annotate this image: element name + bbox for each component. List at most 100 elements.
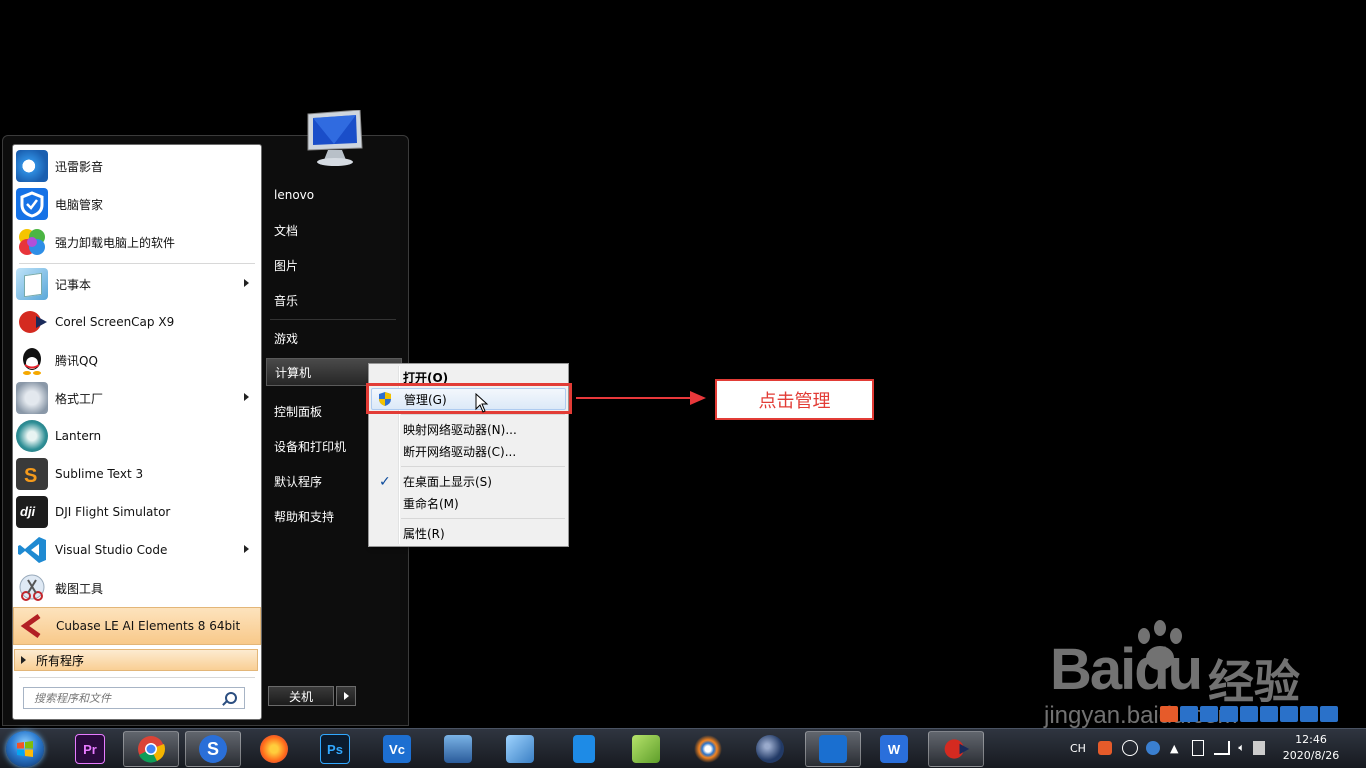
clock-time: 12:46 [1295, 733, 1327, 746]
shutdown-options-button[interactable] [336, 686, 356, 706]
tray-app-icon[interactable] [1240, 706, 1258, 722]
right-item-documents[interactable]: 文档 [266, 217, 402, 243]
volume-icon[interactable]: 🔈︎ [1238, 741, 1245, 755]
taskbar-sogou[interactable]: S [185, 731, 241, 767]
wps-icon: W [880, 735, 908, 763]
menu-separator [401, 414, 565, 415]
screencap-icon [16, 306, 48, 338]
taskbar-photoshop[interactable]: Ps [307, 731, 363, 767]
sogou-icon: S [199, 735, 227, 763]
network-signal-icon[interactable] [1214, 741, 1231, 755]
separator [270, 319, 396, 320]
show-hidden-icons-icon[interactable]: ▲ [1170, 742, 1178, 755]
battery-icon[interactable] [1192, 740, 1205, 756]
cube-icon [632, 735, 660, 763]
taskmanager-icon [819, 735, 847, 763]
sublime-icon: S [16, 458, 48, 490]
tray-app-icon[interactable] [1220, 706, 1238, 722]
snipping-icon [16, 572, 48, 604]
taskbar-blender[interactable] [680, 731, 736, 767]
tray-app-icon[interactable] [1200, 706, 1218, 722]
start-button[interactable] [6, 731, 44, 767]
taskbar-premiere[interactable]: Pr [62, 731, 118, 767]
program-item-vscode[interactable]: Visual Studio Code [13, 531, 261, 569]
menu-item-rename[interactable]: 重命名(M) [371, 492, 566, 514]
expand-arrow-icon [21, 656, 26, 664]
all-programs-button[interactable]: 所有程序 [14, 649, 258, 671]
mouse-cursor-icon [475, 393, 489, 413]
program-item-xunlei[interactable]: 迅雷影音 [13, 147, 261, 185]
tray-overflow-icons [1160, 706, 1340, 728]
shutdown-button[interactable]: 关机 [268, 686, 334, 706]
tray-app-icon[interactable] [1180, 706, 1198, 722]
annotation-arrow-head [690, 391, 706, 405]
computer-icon [307, 110, 363, 166]
taskbar-chrome[interactable] [123, 731, 179, 767]
system-tray: CH ▲ 🔈︎ [1070, 731, 1266, 765]
menu-item-map-network-drive[interactable]: 映射网络驱动器(N)... [371, 418, 566, 440]
right-item-lenovo[interactable]: lenovo [266, 182, 402, 208]
tray-app-icon[interactable] [1145, 741, 1160, 755]
taskbar-screencap[interactable] [928, 731, 984, 767]
help-icon[interactable] [1121, 740, 1138, 756]
menu-item-disconnect-network-drive[interactable]: 断开网络驱动器(C)... [371, 440, 566, 462]
pcmanager-icon [16, 188, 48, 220]
search-input[interactable] [32, 690, 226, 706]
program-item-qq[interactable]: 腾讯QQ [13, 341, 261, 379]
taskbar-sdcard[interactable] [556, 731, 612, 767]
taskbar-flashfxp[interactable] [492, 731, 548, 767]
blender-icon [694, 735, 722, 763]
notepad-icon [16, 268, 48, 300]
program-item-formatfactory[interactable]: 格式工厂 [13, 379, 261, 417]
program-item-notepad[interactable]: 记事本 [13, 265, 261, 303]
program-item-sublime[interactable]: S Sublime Text 3 [13, 455, 261, 493]
vscode-icon [16, 534, 48, 566]
language-indicator[interactable]: CH [1070, 742, 1086, 755]
program-item-screencap[interactable]: Corel ScreenCap X9 [13, 303, 261, 341]
watermark-brand: Baidu [1050, 637, 1203, 702]
taskbar-taskmanager[interactable] [805, 731, 861, 767]
program-item-cubase[interactable]: Cubase LE AI Elements 8 64bit [13, 607, 261, 645]
photoshop-icon: Ps [320, 734, 350, 764]
action-center-icon[interactable] [1253, 741, 1266, 755]
tray-app-icon[interactable] [1320, 706, 1338, 722]
menu-item-properties[interactable]: 属性(R) [371, 522, 566, 544]
submenu-arrow-icon [244, 393, 249, 401]
search-box[interactable] [23, 687, 245, 709]
menu-item-show-on-desktop[interactable]: ✓ 在桌面上显示(S) [371, 470, 566, 492]
sogou-ime-icon[interactable] [1097, 741, 1112, 755]
taskbar-wps[interactable]: W [866, 731, 922, 767]
right-item-music[interactable]: 音乐 [266, 287, 402, 313]
taskbar-firefox[interactable] [246, 731, 302, 767]
search-icon[interactable] [225, 692, 237, 704]
right-item-pictures[interactable]: 图片 [266, 252, 402, 278]
submenu-arrow-icon [244, 545, 249, 553]
right-item-games[interactable]: 游戏 [266, 325, 402, 351]
program-item-snipping[interactable]: 截图工具 [13, 569, 261, 607]
taskbar-vc[interactable]: Vc [369, 731, 425, 767]
premiere-icon: Pr [75, 734, 105, 764]
taskbar-cinema4d[interactable] [742, 731, 798, 767]
program-item-lantern[interactable]: Lantern [13, 417, 261, 455]
program-item-uninstaller[interactable]: 强力卸载电脑上的软件 [13, 223, 261, 261]
menu-separator [401, 466, 565, 467]
program-item-dji[interactable]: dji DJI Flight Simulator [13, 493, 261, 531]
clock[interactable]: 12:46 2020/8/26 [1280, 732, 1342, 764]
annotation-arrow [576, 397, 692, 399]
windows-logo-icon [17, 741, 33, 757]
program-item-pcmanager[interactable]: 电脑管家 [13, 185, 261, 223]
taskbar-cube[interactable] [618, 731, 674, 767]
tray-app-icon[interactable] [1260, 706, 1278, 722]
screencap-icon [944, 739, 970, 759]
tray-app-icon[interactable] [1300, 706, 1318, 722]
highlight-box [366, 383, 572, 414]
sogou-ime-icon[interactable] [1160, 706, 1178, 722]
tray-app-icon[interactable] [1280, 706, 1298, 722]
cinema4d-icon [756, 735, 784, 763]
submenu-arrow-icon [244, 279, 249, 287]
formatfactory-icon [16, 382, 48, 414]
taskbar-network[interactable] [430, 731, 486, 767]
separator [19, 677, 255, 678]
sdcard-icon [573, 735, 595, 763]
ftp-icon [506, 735, 534, 763]
